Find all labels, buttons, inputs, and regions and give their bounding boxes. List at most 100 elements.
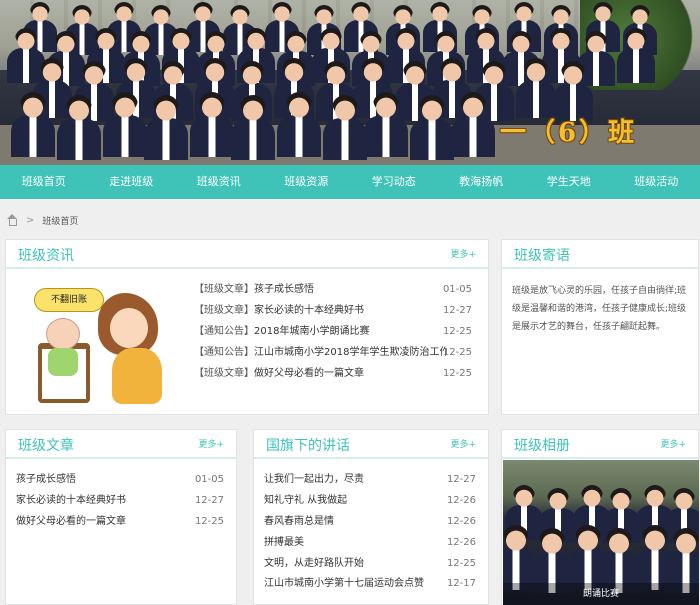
nav-activities[interactable]: 班级活动 bbox=[613, 165, 700, 199]
student-figure bbox=[596, 528, 642, 593]
class-banner: 一（6）班 bbox=[0, 0, 700, 165]
student-figure bbox=[632, 525, 678, 590]
articles-panel-header: 班级文章 更多+ bbox=[6, 430, 236, 459]
student-figure bbox=[387, 28, 425, 83]
student-figure bbox=[423, 2, 457, 52]
album-photo[interactable]: 朗诵比赛 bbox=[503, 460, 699, 605]
list-item[interactable]: 家长必读的十本经典好书 12-27 bbox=[16, 491, 236, 512]
student-figure bbox=[623, 5, 657, 55]
list-item[interactable]: 知礼守礼 从我做起 12-26 bbox=[264, 491, 488, 512]
student-figure bbox=[363, 92, 409, 157]
student-figure bbox=[505, 485, 543, 540]
list-item[interactable]: 让我们一起出力，尽责 12-27 bbox=[264, 470, 488, 491]
list-item[interactable]: 文明，从走好路队开始 12-25 bbox=[264, 554, 488, 575]
student-figure bbox=[31, 58, 73, 118]
news-title[interactable]: 孩子成长感悟 bbox=[254, 284, 314, 295]
news-panel-title: 班级资讯 bbox=[18, 248, 74, 264]
article-title[interactable]: 孩子成长感悟 bbox=[16, 474, 76, 485]
nav-students[interactable]: 学生天地 bbox=[525, 165, 613, 199]
speech-title[interactable]: 江山市城南小学第十七届运动会点赞 bbox=[264, 578, 424, 589]
student-figure bbox=[7, 28, 45, 83]
student-figure bbox=[312, 28, 350, 83]
student-figure bbox=[394, 61, 436, 121]
speech-title[interactable]: 春风春雨总是情 bbox=[264, 516, 334, 527]
news-tag: 【班级文章】 bbox=[194, 304, 254, 316]
student-figure bbox=[265, 2, 299, 52]
breadcrumb-current[interactable]: 班级首页 bbox=[42, 214, 78, 227]
news-title[interactable]: 做好父母必看的一篇文章 bbox=[254, 368, 364, 379]
news-tag: 【班级文章】 bbox=[194, 367, 254, 379]
list-item[interactable]: 春风春雨总是情 12-26 bbox=[264, 512, 488, 533]
breadcrumb: > 班级首页 bbox=[6, 212, 78, 228]
album-more-link[interactable]: 更多+ bbox=[660, 437, 686, 450]
speech-title[interactable]: 文明，从走好路队开始 bbox=[264, 558, 364, 569]
speech-panel: 国旗下的讲话 更多+ 让我们一起出力，尽责 12-27 知礼守礼 从我做起 12-2… bbox=[253, 429, 489, 605]
album-photo-caption[interactable]: 朗诵比赛 bbox=[503, 583, 699, 605]
banner-class-title: 一（6）班 bbox=[500, 118, 638, 148]
list-item[interactable]: 做好父母必看的一篇文章 12-25 bbox=[16, 512, 236, 533]
student-figure bbox=[102, 92, 148, 157]
student-figure bbox=[115, 58, 157, 118]
article-title[interactable]: 做好父母必看的一篇文章 bbox=[16, 516, 126, 527]
news-title[interactable]: 江山市城南小学2018学年学生欺凌防治工作... bbox=[254, 343, 446, 364]
speech-title[interactable]: 拼搏最美 bbox=[264, 537, 304, 548]
speech-title[interactable]: 知礼守礼 从我做起 bbox=[264, 495, 347, 506]
student-figure bbox=[352, 58, 394, 118]
student-figure bbox=[450, 92, 496, 157]
speech-date: 12-26 bbox=[446, 536, 476, 548]
student-figure bbox=[144, 5, 178, 55]
nav-home[interactable]: 班级首页 bbox=[0, 165, 88, 199]
student-figure bbox=[529, 528, 575, 593]
student-figure bbox=[186, 2, 220, 52]
list-item[interactable]: 孩子成长感悟 01-05 bbox=[16, 470, 236, 491]
news-tag: 【班级文章】 bbox=[194, 284, 254, 295]
article-date: 12-27 bbox=[194, 494, 224, 506]
student-figure bbox=[322, 95, 368, 160]
student-figure bbox=[273, 58, 315, 118]
speech-panel-header: 国旗下的讲话 更多+ bbox=[254, 430, 488, 459]
list-item[interactable]: 【班级文章】孩子成长感悟 01-05 bbox=[194, 280, 484, 301]
list-item[interactable]: 【班级文章】家长必读的十本经典好书 12-27 bbox=[194, 301, 484, 322]
news-title[interactable]: 家长必读的十本经典好书 bbox=[254, 305, 364, 316]
student-figure bbox=[617, 28, 655, 83]
student-figure bbox=[602, 488, 640, 543]
news-list: 【班级文章】孩子成长感悟 01-05 【班级文章】家长必读的十本经典好书 12-27… bbox=[194, 280, 484, 384]
speech-title[interactable]: 让我们一起出力，尽责 bbox=[264, 474, 364, 485]
news-cartoon-image[interactable]: 不翻旧账 bbox=[28, 278, 178, 406]
news-title[interactable]: 2018年城南小学朗诵比赛 bbox=[254, 326, 369, 337]
nav-teaching[interactable]: 教海扬帆 bbox=[438, 165, 526, 199]
list-item[interactable]: 江山市城南小学第十七届运动会点赞 12-17 bbox=[264, 574, 488, 595]
student-figure bbox=[503, 525, 539, 590]
news-more-link[interactable]: 更多+ bbox=[450, 247, 476, 260]
speech-more-link[interactable]: 更多+ bbox=[450, 437, 476, 450]
list-item[interactable]: 拼搏最美 12-26 bbox=[264, 533, 488, 554]
nav-learning[interactable]: 学习动态 bbox=[350, 165, 438, 199]
student-figure bbox=[276, 92, 322, 157]
album-panel-header: 班级相册 更多+ bbox=[502, 430, 698, 459]
nav-about-class[interactable]: 走进班级 bbox=[88, 165, 176, 199]
home-icon[interactable] bbox=[6, 214, 18, 226]
news-date: 12-25 bbox=[442, 325, 472, 337]
nav-class-resources[interactable]: 班级资源 bbox=[263, 165, 351, 199]
student-figure bbox=[473, 61, 515, 121]
article-date: 12-25 bbox=[194, 515, 224, 527]
nav-class-news[interactable]: 班级资讯 bbox=[175, 165, 263, 199]
cartoon-mother-face bbox=[110, 308, 148, 348]
student-figure bbox=[636, 485, 674, 540]
student-figure bbox=[315, 61, 357, 121]
student-figure bbox=[586, 2, 620, 52]
list-item[interactable]: 【通知公告】江山市城南小学2018学年学生欺凌防治工作... 12-25 bbox=[194, 343, 484, 364]
articles-more-link[interactable]: 更多+ bbox=[198, 437, 224, 450]
student-figure bbox=[544, 5, 578, 55]
list-item[interactable]: 【班级文章】做好父母必看的一篇文章 12-25 bbox=[194, 364, 484, 385]
article-title[interactable]: 家长必读的十本经典好书 bbox=[16, 495, 126, 506]
class-message-text: 班级是放飞心灵的乐园，任孩子自由徜徉;班级是温馨和谐的港湾，任孩子健康成长;班级… bbox=[512, 286, 687, 332]
list-item[interactable]: 【通知公告】2018年城南小学朗诵比赛 12-25 bbox=[194, 322, 484, 343]
student-figure bbox=[143, 95, 189, 160]
student-figure bbox=[465, 5, 499, 55]
student-figure bbox=[344, 2, 378, 52]
speech-date: 12-27 bbox=[446, 474, 476, 485]
student-figure bbox=[277, 31, 315, 86]
student-figure bbox=[237, 28, 275, 83]
cartoon-mother-body bbox=[112, 348, 162, 404]
